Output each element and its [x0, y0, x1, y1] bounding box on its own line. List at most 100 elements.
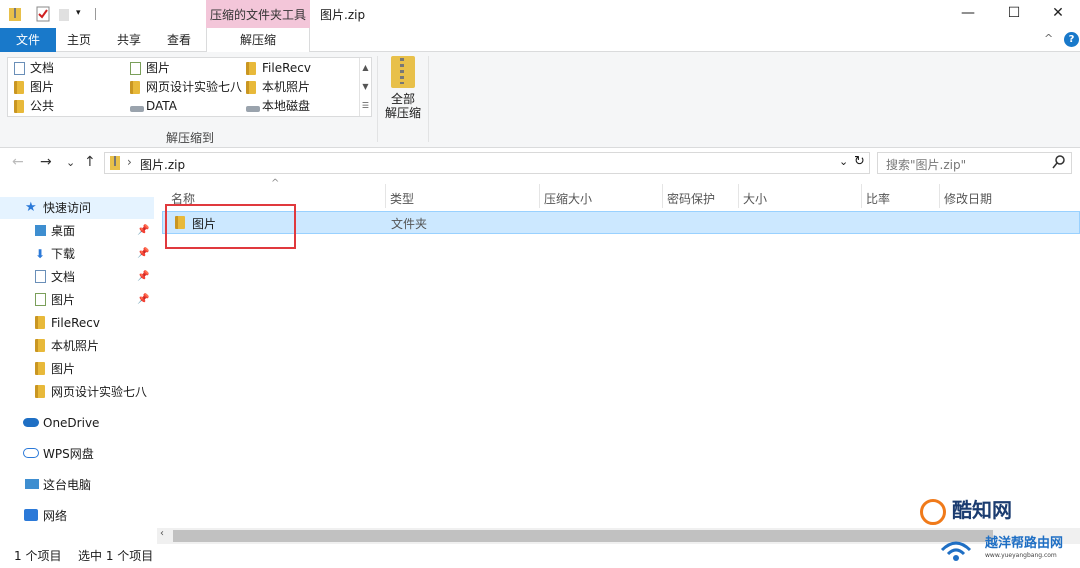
- watermark-site: 越洋帮路由网: [985, 536, 1064, 551]
- folder-icon: [35, 385, 45, 398]
- more-icon[interactable]: ☰: [360, 96, 371, 115]
- up-button[interactable]: ↑: [84, 154, 96, 170]
- address-bar[interactable]: › 图片.zip ⌄ ↻: [104, 152, 870, 174]
- column-divider[interactable]: [939, 184, 940, 208]
- pin-icon[interactable]: 📌: [137, 220, 149, 242]
- wifi-logo-icon: [936, 532, 976, 562]
- pin-icon[interactable]: 📌: [137, 266, 149, 288]
- dest-public[interactable]: 公共: [10, 97, 54, 115]
- col-password-protected[interactable]: 密码保护: [667, 186, 715, 212]
- file-type: 文件夹: [391, 217, 428, 231]
- navigation-pane: ★ 快速访问 桌面 📌 ⬇ 下载 📌 文档 📌 图片 📌 FileRecv 本机…: [0, 180, 154, 544]
- tab-share[interactable]: 共享: [110, 28, 148, 52]
- address-dropdown-icon[interactable]: ⌄: [839, 155, 848, 168]
- pictures-icon: [130, 62, 141, 75]
- customize-qat-icon[interactable]: ▾: [76, 8, 90, 23]
- refresh-icon[interactable]: ↻: [854, 154, 865, 169]
- dest-web-design[interactable]: 网页设计实验七八: [126, 78, 242, 96]
- highlight-annotation: [165, 204, 296, 249]
- nav-this-pc[interactable]: 这台电脑: [0, 474, 154, 496]
- context-tool-tab: 压缩的文件夹工具: [206, 0, 310, 28]
- folder-icon: [35, 339, 45, 352]
- file-list: ^ 名称 类型 压缩大小 密码保护 大小 比率 修改日期 图片 文件夹 ‹: [157, 178, 1080, 544]
- search-input[interactable]: 搜索"图片.zip": [886, 156, 966, 173]
- maximize-button[interactable]: ☐: [991, 0, 1037, 28]
- ribbon-tabs: 文件 主页 共享 查看 解压缩 ^ ?: [0, 28, 1080, 53]
- nav-desktop[interactable]: 桌面 📌: [0, 220, 154, 242]
- dest-pictures[interactable]: 图片: [10, 78, 54, 96]
- dest-local-photos[interactable]: 本机照片: [242, 78, 310, 96]
- help-icon[interactable]: ?: [1064, 32, 1079, 47]
- col-compressed-size[interactable]: 压缩大小: [544, 186, 592, 212]
- window-title: 图片.zip: [320, 8, 366, 22]
- computer-icon: [25, 479, 39, 489]
- breadcrumb-item[interactable]: 图片.zip: [140, 156, 185, 173]
- pin-icon[interactable]: 📌: [137, 289, 149, 311]
- dest-data-drive[interactable]: DATA: [126, 97, 177, 115]
- recent-locations-button[interactable]: ⌄: [66, 156, 75, 169]
- pictures-icon: [35, 293, 46, 306]
- dest-pictures-2[interactable]: 图片: [126, 59, 170, 77]
- nav-pictures-folder[interactable]: 图片: [0, 358, 154, 380]
- search-box[interactable]: 搜索"图片.zip": [877, 152, 1072, 174]
- nav-downloads[interactable]: ⬇ 下载 📌: [0, 243, 154, 265]
- nav-quick-access[interactable]: ★ 快速访问: [0, 197, 154, 219]
- address-bar-row: ← → ⌄ ↑ › 图片.zip ⌄ ↻ 搜索"图片.zip": [0, 148, 1080, 180]
- nav-web-design[interactable]: 网页设计实验七八: [0, 381, 154, 403]
- dest-filerecv[interactable]: FileRecv: [242, 59, 311, 77]
- column-divider[interactable]: [662, 184, 663, 208]
- sort-indicator-icon: ^: [271, 178, 280, 189]
- forward-button[interactable]: →: [40, 154, 52, 170]
- pin-icon[interactable]: 📌: [137, 243, 149, 265]
- dest-local-disk[interactable]: 本地磁盘: [242, 97, 310, 115]
- dest-documents[interactable]: 文档: [10, 59, 54, 77]
- ribbon: 文档 图片 公共 图片 网页设计实验七八 DATA FileRecv 本机照片: [0, 52, 1080, 148]
- column-divider[interactable]: [861, 184, 862, 208]
- table-row[interactable]: 图片 文件夹: [162, 211, 1080, 234]
- star-icon: ★: [25, 200, 37, 215]
- watermark-brand: 酷知网: [920, 494, 1012, 525]
- nav-wps[interactable]: WPS网盘: [0, 443, 154, 465]
- tab-home[interactable]: 主页: [60, 28, 98, 52]
- item-count: 1 个项目: [14, 549, 62, 563]
- tab-file[interactable]: 文件: [0, 28, 56, 52]
- minimize-button[interactable]: —: [945, 0, 991, 28]
- selected-count: 选中 1 个项目: [78, 549, 154, 563]
- scroll-up-icon[interactable]: ▲: [360, 58, 371, 77]
- tab-extract[interactable]: 解压缩: [206, 28, 310, 53]
- qat-divider: [95, 8, 96, 20]
- folder-icon: [35, 316, 45, 329]
- column-divider[interactable]: [539, 184, 540, 208]
- properties-icon[interactable]: [36, 6, 50, 22]
- zip-archive-icon: [391, 56, 415, 88]
- nav-pictures[interactable]: 图片 📌: [0, 289, 154, 311]
- cloud-drive-icon: [23, 448, 39, 458]
- close-button[interactable]: ✕: [1035, 0, 1080, 28]
- scroll-down-icon[interactable]: ▼: [360, 77, 371, 96]
- nav-filerecv[interactable]: FileRecv: [0, 312, 154, 334]
- extract-all-button[interactable]: 全部 解压缩: [382, 56, 424, 120]
- destinations-scroll[interactable]: ▲ ▼ ☰: [359, 58, 371, 116]
- scroll-thumb[interactable]: [173, 530, 993, 542]
- scroll-left-icon[interactable]: ‹: [160, 528, 164, 539]
- back-button[interactable]: ←: [12, 154, 24, 170]
- new-folder-icon[interactable]: [58, 6, 72, 21]
- column-divider[interactable]: [738, 184, 739, 208]
- collapse-ribbon-icon[interactable]: ^: [1044, 32, 1053, 45]
- nav-documents[interactable]: 文档 📌: [0, 266, 154, 288]
- desktop-icon: [35, 225, 46, 236]
- drive-icon: [246, 106, 260, 112]
- tab-view[interactable]: 查看: [160, 28, 198, 52]
- col-size[interactable]: 大小: [743, 186, 767, 212]
- col-date-modified[interactable]: 修改日期: [944, 186, 992, 212]
- search-icon[interactable]: [1052, 154, 1066, 173]
- col-ratio[interactable]: 比率: [866, 186, 890, 212]
- nav-onedrive[interactable]: OneDrive: [0, 412, 154, 434]
- download-icon: ⬇: [35, 247, 46, 261]
- col-type[interactable]: 类型: [390, 186, 414, 212]
- watermark-url: www.yueyangbang.com: [985, 552, 1057, 559]
- folder-icon: [246, 81, 256, 94]
- column-divider[interactable]: [385, 184, 386, 208]
- nav-network[interactable]: 网络: [0, 505, 154, 527]
- nav-local-photos[interactable]: 本机照片: [0, 335, 154, 357]
